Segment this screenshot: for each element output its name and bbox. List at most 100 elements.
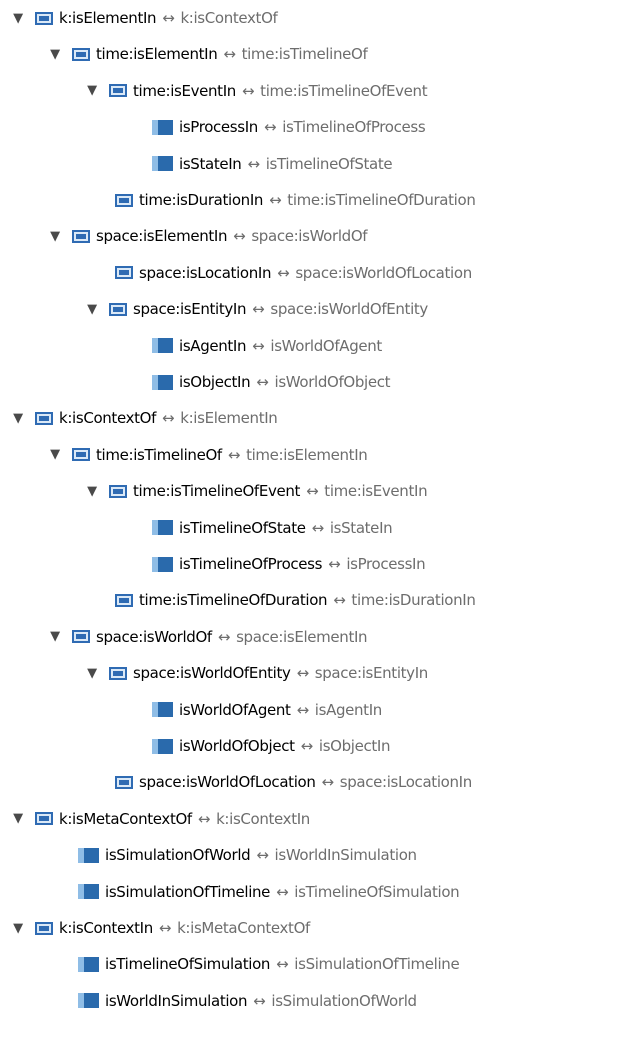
inverse-arrow-icon: ↔ [162, 409, 175, 428]
property-name: isTimelineOfState [179, 518, 306, 537]
inverse-arrow-icon: ↔ [241, 81, 255, 100]
tree-node[interactable]: isTimelineOfSimulation ↔ isSimulationOfTim… [78, 946, 460, 982]
property-name: time:isEventIn [133, 81, 236, 100]
property-name: space:isWorldOfLocation [139, 773, 316, 792]
inverse-arrow-icon: ↔ [269, 191, 282, 209]
inverse-property-name: isWorldOfAgent [270, 336, 382, 355]
tree-node[interactable]: ▼ time:isEventIn ↔ time:isTimelineOfEvent [80, 73, 427, 109]
inverse-arrow-icon: ↔ [252, 336, 265, 355]
tree-node[interactable]: isTimelineOfProcess ↔ isProcessIn [152, 546, 426, 582]
tree-node[interactable]: ▼ space:isElementIn ↔ space:isWorldOf [43, 218, 367, 254]
tree-node[interactable]: ▼ time:isTimelineOf ↔ time:isElementIn [43, 437, 368, 473]
inverse-property-name: time:isTimelineOfDuration [287, 191, 476, 209]
tree-node[interactable]: space:isLocationIn ↔ space:isWorldOfLocati… [115, 255, 472, 291]
tree-node[interactable]: ▼ k:isContextIn ↔ k:isMetaContextOf [6, 910, 310, 946]
property-filled-icon [152, 119, 173, 135]
tree-node[interactable]: ▼ space:isEntityIn ↔ space:isWorldOfEntity [80, 291, 428, 327]
inverse-arrow-icon: ↔ [162, 9, 175, 27]
property-filled-icon [78, 956, 99, 972]
tree-node[interactable]: ▼ time:isTimelineOfEvent ↔ time:isEventIn [80, 473, 427, 509]
collapse-toggle-icon[interactable]: ▼ [6, 406, 30, 430]
tree-node[interactable]: isProcessIn ↔ isTimelineOfProcess [152, 109, 426, 145]
collapse-toggle-icon[interactable]: ▼ [6, 807, 30, 831]
property-filled-icon [152, 374, 173, 390]
property-filled-icon [152, 738, 173, 754]
tree-node[interactable]: ▼ k:isElementIn ↔ k:isContextOf [6, 0, 278, 36]
object-property-icon [35, 812, 53, 826]
inverse-property-name: space:isWorldOfEntity [270, 300, 428, 319]
tree-node[interactable]: isWorldOfObject ↔ isObjectIn [152, 728, 391, 764]
property-filled-icon [78, 847, 99, 863]
tree-node[interactable]: isObjectIn ↔ isWorldOfObject [152, 364, 391, 400]
object-property-icon [115, 775, 133, 789]
inverse-arrow-icon: ↔ [158, 919, 172, 937]
collapse-toggle-icon[interactable]: ▼ [80, 479, 104, 503]
property-filled-icon [152, 520, 173, 536]
inverse-property-name: time:isTimelineOf [241, 45, 368, 64]
property-filled-icon [152, 556, 173, 572]
tree-node[interactable]: ▼ k:isMetaContextOf ↔ k:isContextIn [6, 801, 310, 837]
inverse-property-name: time:isTimelineOfEvent [260, 81, 428, 100]
collapse-toggle-icon[interactable]: ▼ [43, 42, 67, 66]
inverse-property-name: time:isDurationIn [351, 591, 476, 610]
inverse-arrow-icon: ↔ [197, 809, 211, 828]
collapse-toggle-icon[interactable]: ▼ [43, 443, 67, 467]
inverse-arrow-icon: ↔ [227, 445, 241, 464]
inverse-arrow-icon: ↔ [296, 664, 310, 683]
object-property-icon [72, 630, 90, 644]
property-name: k:isMetaContextOf [59, 809, 192, 828]
property-filled-icon [152, 338, 173, 354]
property-name: space:isWorldOf [96, 627, 212, 646]
tree-node[interactable]: ▼ space:isWorldOf ↔ space:isElementIn [43, 619, 367, 655]
tree-node[interactable]: time:isTimelineOfDuration ↔ time:isDuratio… [115, 582, 476, 618]
collapse-toggle-icon[interactable]: ▼ [6, 916, 30, 940]
object-property-icon [109, 84, 127, 98]
inverse-property-name: time:isEventIn [324, 482, 428, 501]
collapse-toggle-icon[interactable]: ▼ [80, 661, 104, 685]
object-property-icon [72, 229, 90, 243]
inverse-arrow-icon: ↔ [277, 263, 290, 282]
property-name: isTimelineOfSimulation [105, 955, 271, 974]
property-filled-icon [152, 702, 173, 718]
tree-node[interactable]: isWorldInSimulation ↔ isSimulationOfWorld [78, 983, 417, 1019]
inverse-arrow-icon: ↔ [263, 118, 277, 137]
inverse-arrow-icon: ↔ [247, 154, 260, 173]
property-name: time:isTimelineOf [96, 445, 222, 464]
inverse-property-name: space:isWorldOf [251, 227, 368, 246]
tree-node[interactable]: isAgentIn ↔ isWorldOfAgent [152, 328, 382, 364]
inverse-arrow-icon: ↔ [333, 591, 346, 610]
property-name: isWorldInSimulation [105, 991, 248, 1010]
inverse-property-name: isSimulationOfTimeline [294, 955, 460, 974]
tree-node[interactable]: isSimulationOfWorld ↔ isWorldInSimulation [78, 837, 417, 873]
inverse-property-name: isSimulationOfWorld [271, 991, 417, 1010]
tree-node[interactable]: isSimulationOfTimeline ↔ isTimelineOfSimul… [78, 874, 460, 910]
tree-node[interactable]: time:isDurationIn ↔ time:isTimelineOfDurat… [115, 182, 476, 218]
tree-node[interactable]: ▼ time:isElementIn ↔ time:isTimelineOf [43, 36, 368, 72]
property-name: isProcessIn [179, 118, 258, 137]
property-name: space:isWorldOfEntity [133, 664, 291, 683]
collapse-toggle-icon[interactable]: ▼ [43, 625, 67, 649]
property-name: k:isContextIn [59, 919, 153, 937]
collapse-toggle-icon[interactable]: ▼ [80, 79, 104, 103]
tree-node[interactable]: isStateIn ↔ isTimelineOfState [152, 146, 393, 182]
object-property-icon [72, 448, 90, 462]
property-filled-icon [78, 884, 99, 900]
object-property-icon [35, 411, 53, 425]
inverse-arrow-icon: ↔ [321, 773, 335, 792]
tree-node[interactable]: space:isWorldOfLocation ↔ space:isLocation… [115, 764, 472, 800]
tree-node[interactable]: ▼ space:isWorldOfEntity ↔ space:isEntityIn [80, 655, 428, 691]
tree-node[interactable]: isWorldOfAgent ↔ isAgentIn [152, 692, 382, 728]
tree-node[interactable]: isTimelineOfState ↔ isStateIn [152, 510, 393, 546]
object-property-icon [115, 593, 133, 607]
property-name: isSimulationOfWorld [105, 846, 251, 865]
property-name: isAgentIn [179, 336, 247, 355]
collapse-toggle-icon[interactable]: ▼ [6, 6, 30, 30]
property-filled-icon [78, 993, 99, 1009]
property-name: isWorldOfAgent [179, 700, 291, 719]
inverse-arrow-icon: ↔ [256, 846, 269, 865]
inverse-property-name: k:isMetaContextOf [177, 919, 310, 937]
property-name: space:isEntityIn [133, 300, 247, 319]
collapse-toggle-icon[interactable]: ▼ [43, 224, 67, 248]
collapse-toggle-icon[interactable]: ▼ [80, 297, 104, 321]
tree-node[interactable]: ▼ k:isContextOf ↔ k:isElementIn [6, 400, 278, 436]
